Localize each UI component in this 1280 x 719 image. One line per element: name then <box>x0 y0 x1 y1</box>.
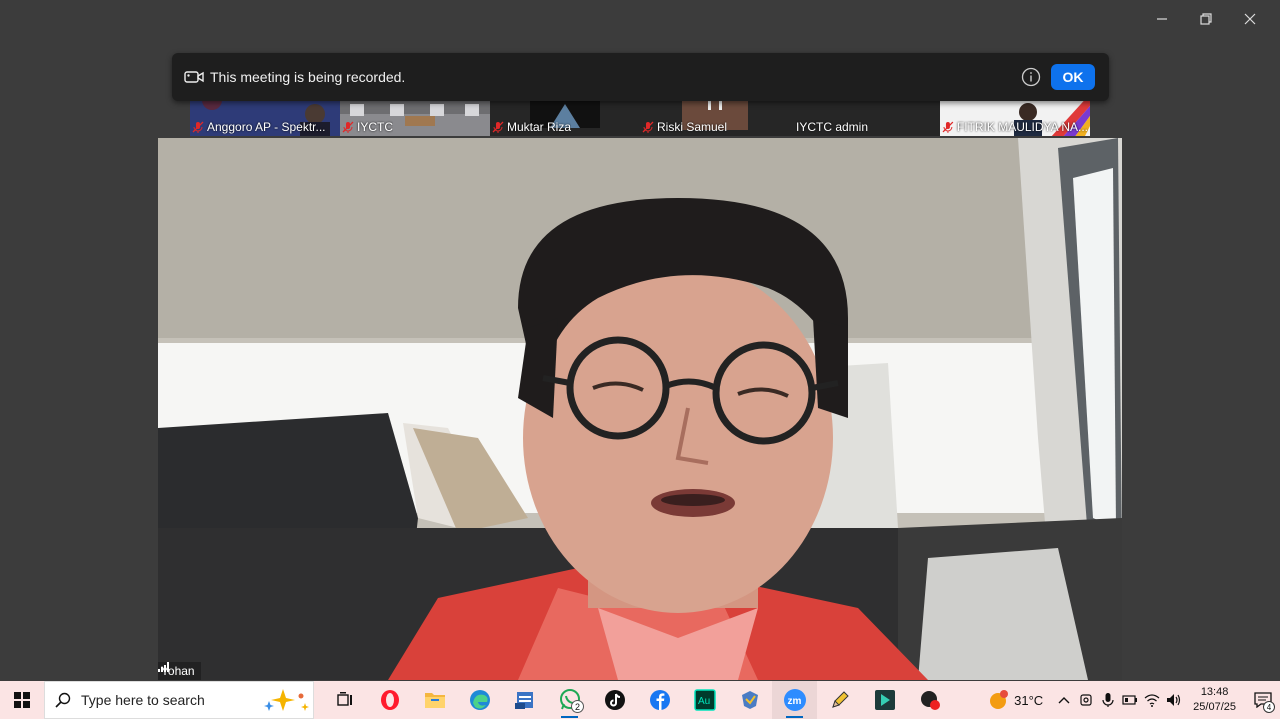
wifi-icon <box>1144 694 1160 707</box>
search-icon <box>55 692 71 708</box>
video-camera-icon <box>184 71 204 83</box>
close-button[interactable] <box>1228 6 1272 32</box>
audition-app[interactable]: Au <box>682 681 727 719</box>
mic-muted-icon <box>942 121 954 133</box>
recording-notice-banner: This meeting is being recorded. OK <box>172 53 1109 101</box>
meet-now-tray[interactable] <box>1075 681 1097 719</box>
search-highlight-icon <box>264 689 309 711</box>
mic-muted-icon <box>492 121 504 133</box>
system-tray: 31°C 13:48 25/07/25 4 <box>988 681 1280 719</box>
taskbar-search-box[interactable]: Type here to search <box>44 681 314 719</box>
signal-strength-icon <box>158 662 169 672</box>
notification-center-button[interactable]: 4 <box>1246 681 1280 719</box>
adobe-audition-icon: Au <box>693 689 716 711</box>
tiktok-icon <box>604 690 625 710</box>
weather-widget[interactable]: 31°C <box>988 689 1043 711</box>
opera-icon <box>380 690 399 710</box>
screen-recorder-app[interactable] <box>907 681 952 719</box>
media-editor-icon <box>874 690 895 710</box>
start-button[interactable] <box>0 681 44 719</box>
minimize-button[interactable] <box>1140 6 1184 32</box>
whatsapp-app[interactable]: 2 <box>547 681 592 719</box>
clock-time: 13:48 <box>1200 686 1229 698</box>
edge-icon <box>469 690 490 710</box>
facebook-icon <box>649 690 670 710</box>
windows-logo-icon <box>14 692 30 708</box>
speaker-camera-feed <box>158 138 1122 680</box>
notepad-app[interactable] <box>817 681 862 719</box>
svg-text:zm: zm <box>787 696 801 707</box>
participant-name: Riski Samuel <box>642 120 727 134</box>
file-explorer-app[interactable] <box>412 681 457 719</box>
volume-tray[interactable] <box>1163 681 1185 719</box>
speaker-volume-icon <box>1167 694 1181 706</box>
chevron-up-icon <box>1058 697 1070 704</box>
email-client-icon <box>514 692 533 709</box>
minimize-icon <box>1157 18 1167 20</box>
facebook-app[interactable] <box>637 681 682 719</box>
camera-tray-icon <box>1080 694 1092 706</box>
task-view-button[interactable] <box>322 681 367 719</box>
capcut-app[interactable] <box>862 681 907 719</box>
weather-temperature: 31°C <box>1014 692 1044 708</box>
taskbar-pinned-apps: 2 Au zm <box>322 681 952 719</box>
windows-taskbar: Type here to search 2 Au zm 31°C 13:48 2… <box>0 681 1280 719</box>
participant-name: IYCTC <box>342 120 393 134</box>
participant-name: Muktar Riza <box>492 120 571 134</box>
recorder-icon <box>920 691 940 710</box>
microphone-tray[interactable] <box>1097 681 1119 719</box>
battery-tray[interactable] <box>1119 681 1141 719</box>
restore-button[interactable] <box>1184 6 1228 32</box>
vpn-app[interactable] <box>727 681 772 719</box>
taskbar-clock[interactable]: 13:48 25/07/25 <box>1193 685 1236 715</box>
email-app[interactable] <box>502 681 547 719</box>
zoom-app[interactable]: zm <box>772 681 817 719</box>
mic-muted-icon <box>192 121 204 133</box>
restore-icon <box>1200 13 1212 25</box>
show-hidden-icons-button[interactable] <box>1053 681 1075 719</box>
window-controls <box>1140 6 1272 32</box>
weather-sun-icon <box>990 690 1009 709</box>
pencil-icon <box>831 691 849 708</box>
edge-app[interactable] <box>457 681 502 719</box>
task-view-icon <box>336 692 352 706</box>
participant-name: Anggoro AP - Spektr... <box>192 120 326 134</box>
search-placeholder: Type here to search <box>81 692 205 708</box>
participant-name: FITRIK MAULIDYA NA... <box>942 120 1088 134</box>
info-icon[interactable] <box>1021 67 1041 87</box>
speaker-name-label: Yohan <box>158 662 201 680</box>
microphone-icon <box>1102 693 1114 707</box>
battery-icon <box>1122 695 1138 705</box>
opera-app[interactable] <box>367 681 412 719</box>
clock-date: 25/07/25 <box>1193 701 1236 713</box>
recording-message: This meeting is being recorded. <box>210 69 406 85</box>
shield-app-icon <box>741 691 758 709</box>
whatsapp-unread-badge: 2 <box>571 700 584 713</box>
mic-muted-icon <box>642 121 654 133</box>
zoom-icon: zm <box>783 689 806 711</box>
svg-text:Au: Au <box>698 696 710 707</box>
active-speaker-video[interactable]: Yohan <box>158 138 1122 680</box>
ok-button[interactable]: OK <box>1051 64 1095 90</box>
notification-count-badge: 4 <box>1263 701 1275 713</box>
participant-name: IYCTC admin <box>796 120 869 134</box>
mic-muted-icon <box>342 121 354 133</box>
tiktok-app[interactable] <box>592 681 637 719</box>
close-icon <box>1244 13 1256 25</box>
folder-icon <box>424 693 445 708</box>
wifi-tray[interactable] <box>1141 681 1163 719</box>
